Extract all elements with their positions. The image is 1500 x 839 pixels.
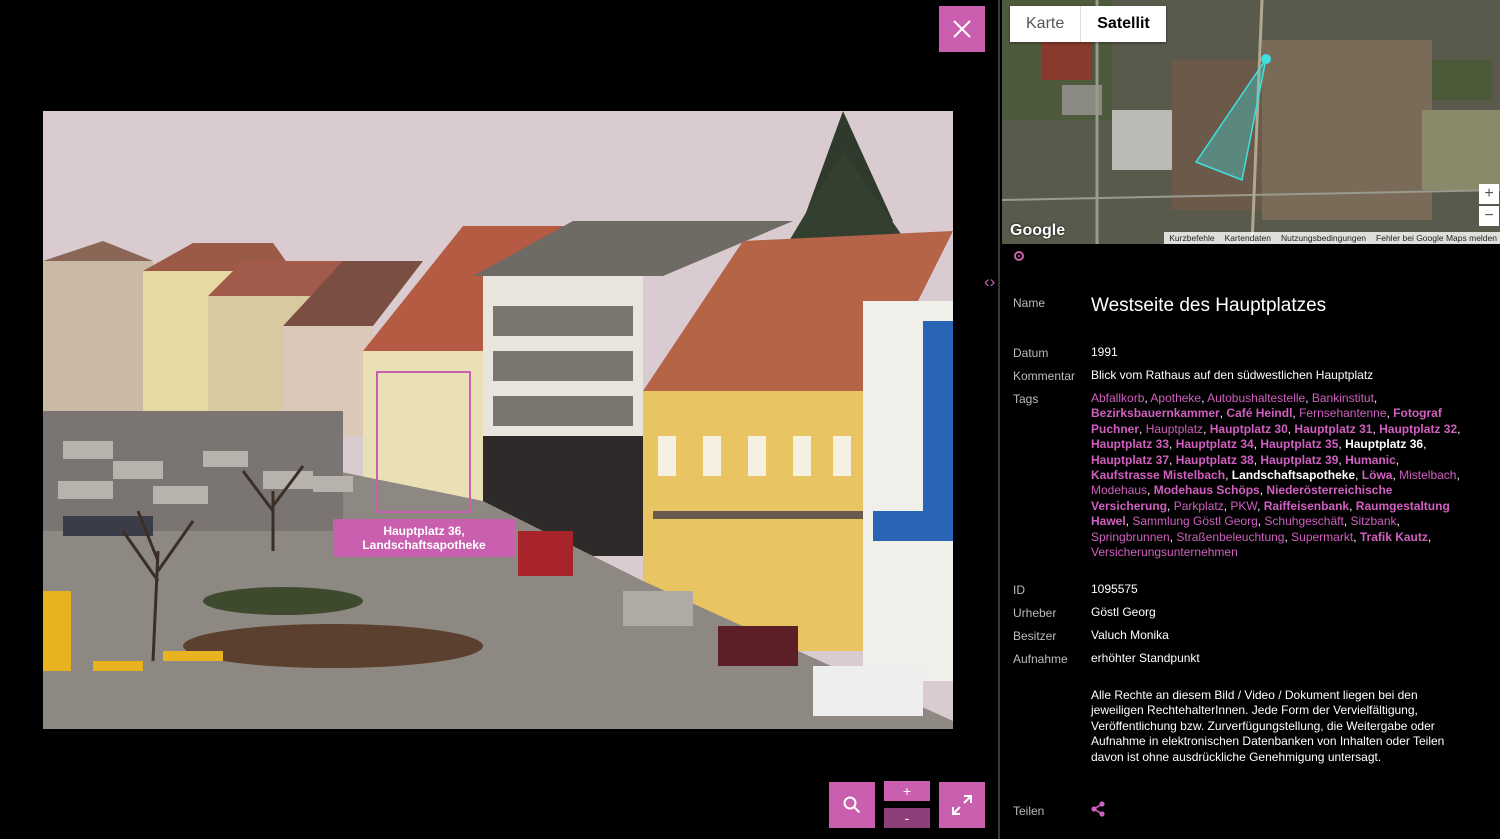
map-footer-shortcuts[interactable]: Kurzbefehle — [1164, 232, 1219, 244]
shot-label: Aufnahme — [1013, 652, 1068, 666]
tag-link[interactable]: Supermarkt — [1291, 530, 1353, 544]
tag-link[interactable]: Hauptplatz — [1146, 422, 1203, 436]
image-viewer: Hauptplatz 36, Landschaftsapotheke + - — [0, 0, 998, 839]
tag-link[interactable]: Sammlung Göstl Georg — [1132, 514, 1257, 528]
tag-link[interactable]: Straßenbeleuchtung — [1176, 530, 1284, 544]
map-footer-terms[interactable]: Nutzungsbedingungen — [1276, 232, 1371, 244]
tag-link[interactable]: Kaufstrasse Mistelbach — [1091, 468, 1225, 482]
tag-link[interactable]: Hauptplatz 35 — [1260, 437, 1338, 451]
tag-link[interactable]: Hauptplatz 31 — [1294, 422, 1372, 436]
tag-link[interactable]: Hauptplatz 32 — [1379, 422, 1457, 436]
close-button[interactable] — [939, 6, 985, 52]
tag-link[interactable]: Hauptplatz 33 — [1091, 437, 1169, 451]
tag-link[interactable]: Abfallkorb — [1091, 391, 1144, 405]
tag-link[interactable]: Hauptplatz 36 — [1345, 437, 1423, 451]
tag-list: Abfallkorb, Apotheke, Autobushaltestelle… — [1091, 391, 1461, 560]
tag-link[interactable]: Apotheke — [1150, 391, 1201, 405]
share-icon — [1091, 801, 1105, 817]
tag-link[interactable]: Fernsehantenne — [1299, 406, 1386, 420]
comment-value: Blick vom Rathaus auf den südwestlichen … — [1091, 368, 1374, 382]
author-label: Urheber — [1013, 606, 1057, 620]
photo-street-scene — [43, 111, 953, 729]
zoom-search-button[interactable] — [829, 782, 875, 828]
map-zoom-in-button[interactable]: + — [1479, 184, 1499, 204]
tag-link[interactable]: Versicherungsunternehmen — [1091, 545, 1238, 559]
tag-link[interactable]: Humanic — [1345, 453, 1396, 467]
close-icon — [953, 20, 971, 38]
historic-photo[interactable] — [43, 111, 953, 729]
tag-link[interactable]: Schuhgeschäft — [1264, 514, 1343, 528]
magnifier-icon — [843, 796, 861, 814]
owner-label: Besitzer — [1013, 629, 1057, 643]
tag-link[interactable]: Café Heindl — [1226, 406, 1292, 420]
tag-link[interactable]: Sitzbank — [1350, 514, 1396, 528]
tab-satellit[interactable]: Satellit — [1080, 6, 1166, 42]
id-label: ID — [1013, 583, 1025, 597]
tag-link[interactable]: Modehaus — [1091, 483, 1147, 497]
map-type-tabs: Karte Satellit — [1010, 6, 1166, 42]
tags-label: Tags — [1013, 392, 1039, 406]
panel-toggle-icon[interactable]: ‹› — [984, 272, 995, 292]
tag-link[interactable]: Landschaftsapotheke — [1232, 468, 1355, 482]
map-footer-report[interactable]: Fehler bei Google Maps melden — [1371, 232, 1500, 244]
highlight-label-line-1: Hauptplatz 36, — [383, 524, 465, 538]
tag-link[interactable]: Hauptplatz 37 — [1091, 453, 1169, 467]
expand-icon — [952, 795, 972, 815]
share-label: Teilen — [1013, 804, 1045, 818]
tag-link[interactable]: Trafik Kautz — [1360, 530, 1428, 544]
copyright-notice: Alle Rechte an diesem Bild / Video / Dok… — [1091, 688, 1445, 764]
highlight-box[interactable] — [376, 371, 471, 513]
zoom-in-button[interactable]: + — [884, 781, 930, 801]
tag-link[interactable]: Hauptplatz 30 — [1210, 422, 1288, 436]
tag-link[interactable]: Hauptplatz 39 — [1260, 453, 1338, 467]
tag-link[interactable]: Hauptplatz 34 — [1176, 437, 1254, 451]
tag-link[interactable]: Parkplatz — [1174, 499, 1224, 513]
tag-link[interactable]: Bezirksbauernkammer — [1091, 406, 1220, 420]
highlight-label-line-2: Landschaftsapotheke — [362, 538, 486, 552]
tag-link[interactable]: PKW — [1230, 499, 1257, 513]
author-value: Göstl Georg — [1091, 605, 1156, 619]
share-button[interactable] — [1090, 801, 1106, 822]
location-pin-icon[interactable] — [1014, 251, 1024, 261]
date-label: Datum — [1013, 346, 1049, 360]
name-label: Name — [1013, 296, 1046, 310]
map-zoom-out-button[interactable]: − — [1479, 206, 1499, 226]
shot-value: erhöhter Standpunkt — [1091, 651, 1200, 665]
tag-link[interactable]: Hauptplatz 38 — [1176, 453, 1254, 467]
id-value: 1095575 — [1091, 582, 1138, 596]
tab-karte[interactable]: Karte — [1010, 6, 1080, 42]
map-footer-mapdata[interactable]: Kartendaten — [1220, 232, 1276, 244]
comment-label: Kommentar — [1013, 369, 1076, 383]
tag-link[interactable]: Raiffeisenbank — [1264, 499, 1349, 513]
highlight-label[interactable]: Hauptplatz 36, Landschaftsapotheke — [333, 519, 515, 557]
tag-link[interactable]: Modehaus Schöps — [1154, 483, 1260, 497]
tag-link[interactable]: Autobushaltestelle — [1207, 391, 1305, 405]
owner-value: Valuch Monika — [1091, 628, 1169, 642]
tag-link[interactable]: Bankinstitut — [1312, 391, 1374, 405]
map-footer: Kurzbefehle Kartendaten Nutzungsbedingun… — [1164, 232, 1500, 244]
google-logo: Google — [1010, 222, 1066, 239]
tag-link[interactable]: Löwa — [1362, 468, 1393, 482]
satellite-map[interactable]: Karte Satellit + − Google Kurzbefehle Ka… — [1002, 0, 1500, 244]
tag-link[interactable]: Springbrunnen — [1091, 530, 1170, 544]
fullscreen-button[interactable] — [939, 782, 985, 828]
tag-link[interactable]: Mistelbach — [1399, 468, 1456, 482]
zoom-out-button[interactable]: - — [884, 808, 930, 828]
date-value: 1991 — [1091, 345, 1118, 359]
photo-title: Westseite des Hauptplatzes — [1091, 295, 1327, 316]
